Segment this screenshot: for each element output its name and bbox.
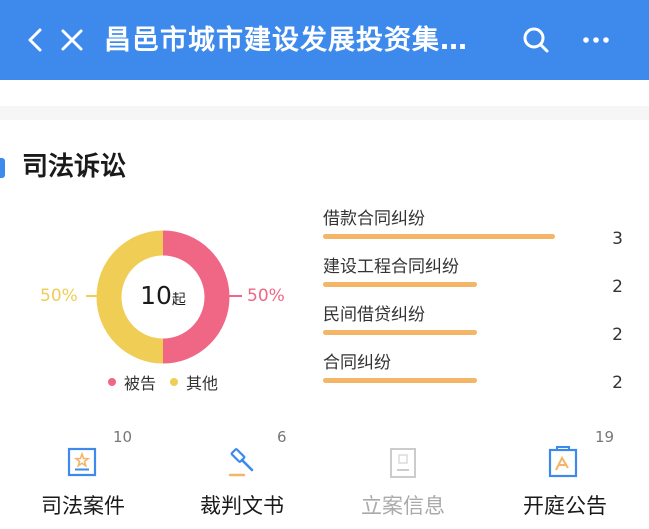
donut-total: 10起 — [100, 281, 226, 310]
case-type-count: 2 — [612, 325, 623, 345]
case-type-bar — [323, 378, 477, 383]
legend-item-defendant: 被告 — [108, 371, 156, 393]
case-type-label: 借款合同纠纷 — [323, 209, 425, 229]
case-type-label: 民间借贷纠纷 — [323, 305, 425, 325]
legend-dot — [170, 378, 178, 386]
tab-label: 开庭公告 — [523, 494, 607, 518]
legend-item-other: 其他 — [170, 371, 218, 393]
tab-judgment-docs[interactable]: 6 裁判文书 — [167, 428, 317, 528]
case-type-bar — [323, 330, 477, 335]
gavel-icon — [228, 448, 254, 477]
donut-label-defendant: 50% — [247, 286, 285, 306]
donut-leader-line-other — [86, 295, 100, 297]
close-icon[interactable] — [56, 24, 88, 56]
case-type-item[interactable]: 合同纠纷 2 — [323, 352, 623, 396]
case-type-bar — [323, 234, 555, 239]
legend-label: 其他 — [186, 374, 219, 393]
court-notice-icon — [548, 446, 578, 478]
search-icon[interactable] — [520, 24, 552, 56]
filing-info-icon — [390, 448, 416, 478]
legend-dot — [108, 378, 116, 386]
case-type-item[interactable]: 民间借贷纠纷 2 — [323, 304, 623, 348]
tab-count: 10 — [113, 428, 133, 446]
chevron-left-icon[interactable] — [20, 24, 52, 56]
tab-label: 立案信息 — [361, 494, 445, 518]
divider-strip — [0, 106, 649, 120]
case-type-bar — [323, 282, 477, 287]
tab-filing-info[interactable]: 立案信息 — [328, 428, 478, 528]
app-header: 昌邑市城市建设发展投资集… — [0, 0, 649, 80]
donut-total-number: 10 — [140, 281, 172, 310]
page-title: 昌邑市城市建设发展投资集… — [104, 25, 468, 56]
donut-label-other: 50% — [40, 286, 78, 306]
donut-total-unit: 起 — [171, 292, 186, 308]
case-type-item[interactable]: 借款合同纠纷 3 — [323, 208, 623, 252]
case-type-item[interactable]: 建设工程合同纠纷 2 — [323, 256, 623, 300]
legend-label: 被告 — [124, 374, 157, 393]
tab-count: 19 — [595, 428, 615, 446]
case-type-count: 2 — [612, 277, 623, 297]
case-type-count: 3 — [612, 229, 623, 249]
section-title: 司法诉讼 — [22, 152, 127, 182]
tab-label: 司法案件 — [41, 494, 125, 518]
case-type-count: 2 — [612, 373, 623, 393]
donut-leader-line-defendant — [226, 295, 242, 297]
tab-judicial-cases[interactable]: 10 司法案件 — [8, 428, 158, 528]
case-type-label: 合同纠纷 — [323, 353, 391, 373]
case-type-label: 建设工程合同纠纷 — [323, 257, 459, 277]
judicial-case-icon — [67, 447, 97, 477]
tab-court-notices[interactable]: 19 开庭公告 — [490, 428, 640, 528]
section-marker — [0, 158, 5, 178]
tab-count: 6 — [277, 428, 287, 446]
more-icon[interactable] — [580, 24, 612, 56]
tab-label: 裁判文书 — [200, 494, 284, 518]
